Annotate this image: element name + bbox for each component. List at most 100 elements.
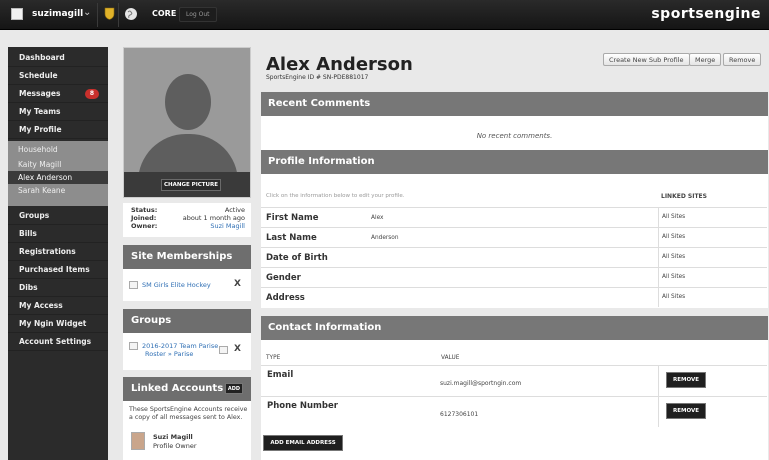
nav-item-groups[interactable]: Groups <box>8 207 108 225</box>
avatar <box>131 432 145 450</box>
linked-sites-column-header: LINKED SITES <box>661 193 707 200</box>
create-sub-profile-button[interactable]: Create New Sub Profile <box>603 53 690 66</box>
remove-email-button[interactable]: REMOVE <box>666 372 706 388</box>
nav-item-my-teams[interactable]: My Teams <box>8 103 108 121</box>
chevron-down-icon[interactable]: ⌄ <box>83 7 91 18</box>
household-title[interactable]: Household <box>8 143 108 156</box>
remove-group-icon[interactable]: X <box>234 344 241 354</box>
profile-row-date-of-birth[interactable]: Date of Birth All Sites <box>261 247 767 267</box>
nav-item-label: Purchased Items <box>19 265 90 274</box>
nav-item-label: Dashboard <box>19 53 65 62</box>
nav-item-bills[interactable]: Bills <box>8 225 108 243</box>
owner-link[interactable]: Suzi Magill <box>210 222 245 230</box>
username-menu[interactable]: suzimagill <box>32 9 83 19</box>
group-icon <box>129 342 138 350</box>
value-column-header: VALUE <box>441 355 460 361</box>
linked-sites-value: All Sites <box>658 208 768 227</box>
site-membership-link[interactable]: SM Girls Elite Hockey <box>142 281 211 289</box>
contact-type: Email <box>267 370 294 380</box>
messages-count-badge: 8 <box>85 89 99 99</box>
brand-logo[interactable]: sportsengine <box>651 6 761 22</box>
nav-item-label: My Access <box>19 301 63 310</box>
site-icon <box>129 281 138 289</box>
remove-profile-button[interactable]: Remove <box>723 53 762 66</box>
edit-hint: Click on the information below to edit y… <box>266 193 405 199</box>
app-menu-icon[interactable] <box>11 8 23 20</box>
linked-sites-value: All Sites <box>658 228 768 247</box>
linked-sites-value: All Sites <box>658 248 768 267</box>
column-divider <box>658 366 659 396</box>
shield-icon[interactable] <box>104 7 115 20</box>
field-label: First Name <box>266 213 319 223</box>
nav-item-label: Dibs <box>19 283 38 292</box>
nav-item-schedule[interactable]: Schedule <box>8 67 108 85</box>
linked-account-role: Profile Owner <box>153 442 197 450</box>
groups-card: 2016-2017 Team Parise Roster » Parise X <box>123 333 251 370</box>
nav-item-purchased-items[interactable]: Purchased Items <box>8 261 108 279</box>
remove-phone-button[interactable]: REMOVE <box>666 403 706 419</box>
linked-account-name[interactable]: Suzi Magill <box>153 433 193 441</box>
field-value[interactable]: Alex <box>371 215 383 221</box>
nav-item-dibs[interactable]: Dibs <box>8 279 108 297</box>
profile-row-last-name[interactable]: Last Name Anderson All Sites <box>261 227 767 247</box>
profile-row-gender[interactable]: Gender All Sites <box>261 267 767 287</box>
add-linked-account-button[interactable]: ADD <box>225 383 243 394</box>
contact-value: suzi.magill@sportngin.com <box>440 380 522 387</box>
divider <box>97 3 98 27</box>
nav-item-messages[interactable]: Messages 8 <box>8 85 108 103</box>
linked-accounts-header: Linked Accounts ADD <box>123 377 251 407</box>
column-divider <box>658 397 659 427</box>
merge-button[interactable]: Merge <box>689 53 722 66</box>
nav-item-my-ngin-widget[interactable]: My Ngin Widget <box>8 315 108 333</box>
nav-item-dashboard[interactable]: Dashboard <box>8 49 108 67</box>
site-memberships-card: SM Girls Elite Hockey X <box>123 269 251 301</box>
sidebar-nav: Dashboard Schedule Messages 8 My Teams M… <box>8 47 108 460</box>
profile-information-header: Profile Information <box>261 150 768 180</box>
nav-item-my-access[interactable]: My Access <box>8 297 108 315</box>
logout-button[interactable]: Log Out <box>179 7 217 22</box>
joined-value: about 1 month ago <box>182 214 245 222</box>
change-picture-button[interactable]: CHANGE PICTURE <box>161 179 221 191</box>
recent-comments-header: Recent Comments <box>261 92 768 122</box>
group-roster-link[interactable]: Roster » Parise <box>145 350 193 358</box>
household-member[interactable]: Sarah Keane <box>8 184 108 197</box>
add-email-address-button[interactable]: ADD EMAIL ADDRESS <box>263 435 343 451</box>
contact-type: Phone Number <box>267 401 338 411</box>
nav-item-label: Account Settings <box>19 337 92 346</box>
divider <box>118 3 119 27</box>
field-label: Last Name <box>266 233 317 243</box>
profile-row-address[interactable]: Address All Sites <box>261 287 767 307</box>
nav-item-account-settings[interactable]: Account Settings <box>8 333 108 351</box>
contact-row-email: Email suzi.magill@sportngin.com REMOVE <box>261 365 767 396</box>
sportsengine-id: SportsEngine ID # SN-PDE881017 <box>266 74 369 81</box>
nav-item-label: Groups <box>19 211 50 220</box>
profile-row-first-name[interactable]: First Name Alex All Sites <box>261 207 767 227</box>
contact-information-header: Contact Information <box>261 316 768 346</box>
page-title: Alex Anderson <box>266 54 413 75</box>
household-member[interactable]: Kaity Magill <box>8 158 108 171</box>
household-section: Household Kaity Magill Alex Anderson Sar… <box>8 141 108 206</box>
groups-header: Groups <box>123 309 251 339</box>
profile-status-block: Status: Active Joined: about 1 month ago O… <box>123 203 251 237</box>
type-column-header: TYPE <box>266 355 281 361</box>
nav-item-label: My Teams <box>19 107 61 116</box>
globe-icon[interactable] <box>125 8 137 20</box>
top-bar: suzimagill ⌄ CORE Log Out sportsengine <box>0 0 769 30</box>
field-value[interactable]: Anderson <box>371 235 399 241</box>
field-label: Address <box>266 293 305 303</box>
household-member-active[interactable]: Alex Anderson <box>8 171 108 184</box>
contact-value: 6127306101 <box>440 411 479 418</box>
profile-photo: CHANGE PICTURE <box>123 47 251 198</box>
group-link[interactable]: 2016-2017 Team Parise <box>142 342 218 350</box>
remove-membership-icon[interactable]: X <box>234 279 241 289</box>
field-label: Date of Birth <box>266 253 328 263</box>
message-icon[interactable] <box>219 346 228 354</box>
avatar-silhouette-head <box>165 74 211 130</box>
nav-item-registrations[interactable]: Registrations <box>8 243 108 261</box>
field-label: Gender <box>266 273 301 283</box>
nav-item-my-profile[interactable]: My Profile <box>8 121 108 139</box>
linked-accounts-description: These SportsEngine Accounts receive a co… <box>129 406 248 421</box>
status-label: Status: <box>131 206 158 214</box>
nav-item-label: My Ngin Widget <box>19 319 87 328</box>
core-link[interactable]: CORE <box>152 9 176 18</box>
